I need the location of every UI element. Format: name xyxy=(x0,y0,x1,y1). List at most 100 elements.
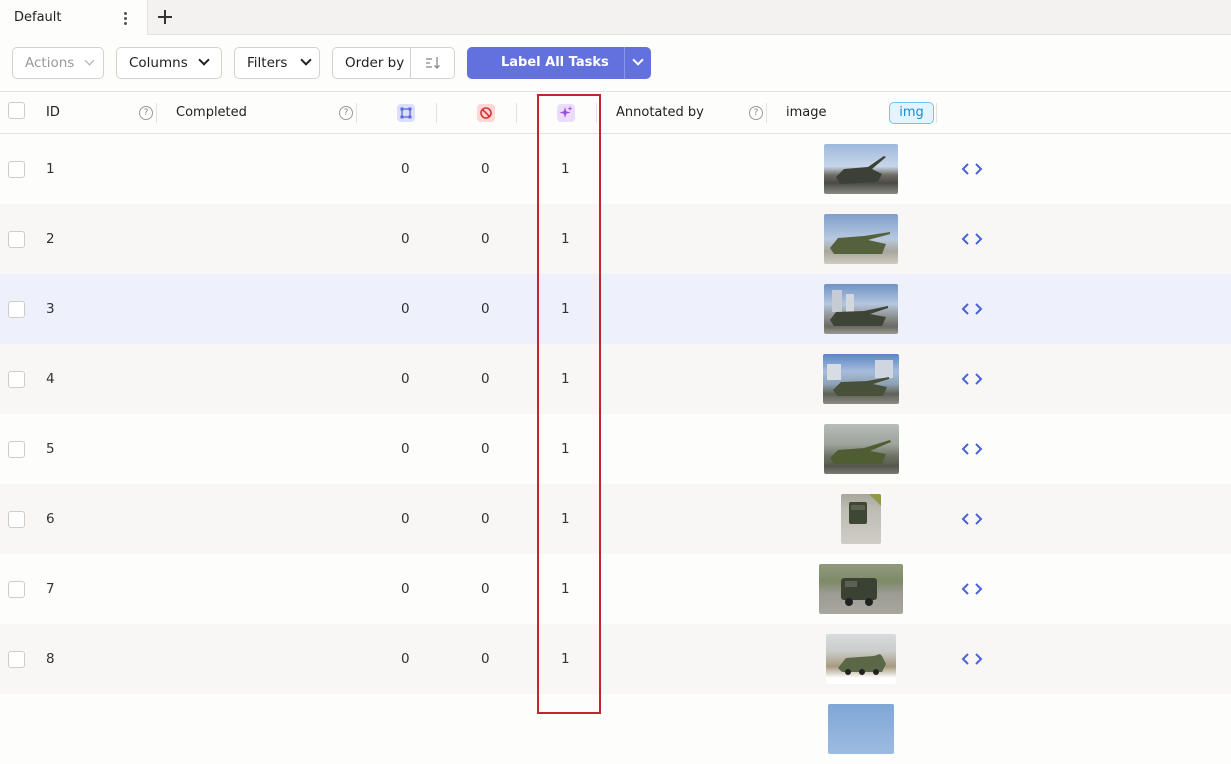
columns-label: Columns xyxy=(129,55,188,71)
filters-label: Filters xyxy=(247,55,288,71)
image-thumbnail[interactable] xyxy=(824,214,898,264)
predictions-icon[interactable] xyxy=(557,104,575,122)
table-row[interactable]: 2 0 0 1 xyxy=(0,204,1231,274)
tab-label: Default xyxy=(14,10,62,25)
row-checkbox[interactable] xyxy=(8,651,25,668)
column-resizer[interactable] xyxy=(596,103,597,123)
image-thumbnail[interactable] xyxy=(819,564,903,614)
table-row[interactable]: 6 0 0 1 xyxy=(0,484,1231,554)
cancelled-icon[interactable] xyxy=(477,104,495,122)
order-by-button[interactable]: Order by xyxy=(332,47,455,79)
code-icon[interactable] xyxy=(961,232,983,246)
column-resizer[interactable] xyxy=(356,103,357,123)
table-row[interactable]: 8 0 0 1 xyxy=(0,624,1231,694)
button-divider xyxy=(624,47,625,79)
column-resizer[interactable] xyxy=(766,103,767,123)
column-header-annotated-by[interactable]: Annotated by xyxy=(616,92,746,134)
cell-id: 7 xyxy=(46,581,55,597)
cell-annotations: 0 xyxy=(401,651,410,667)
row-checkbox[interactable] xyxy=(8,371,25,388)
table-row[interactable]: 3 0 0 1 xyxy=(0,274,1231,344)
cell-id: 3 xyxy=(46,301,55,317)
row-checkbox[interactable] xyxy=(8,441,25,458)
cell-id: 2 xyxy=(46,231,55,247)
actions-button[interactable]: Actions xyxy=(12,47,104,79)
column-label: Annotated by xyxy=(616,105,704,120)
code-icon[interactable] xyxy=(961,512,983,526)
column-resizer[interactable] xyxy=(516,103,517,123)
cell-annotations: 0 xyxy=(401,511,410,527)
cell-predictions: 1 xyxy=(561,511,570,527)
image-thumbnail[interactable] xyxy=(824,144,898,194)
cell-annotations: 0 xyxy=(401,581,410,597)
cell-predictions: 1 xyxy=(561,371,570,387)
column-label: Completed xyxy=(176,105,247,120)
code-icon[interactable] xyxy=(961,582,983,596)
more-vertical-icon[interactable] xyxy=(119,9,133,27)
code-icon[interactable] xyxy=(961,652,983,666)
sort-direction-toggle[interactable] xyxy=(410,48,454,78)
table-row[interactable] xyxy=(0,694,1231,764)
help-icon[interactable]: ? xyxy=(749,106,763,120)
filters-button[interactable]: Filters xyxy=(234,47,320,79)
actions-label: Actions xyxy=(25,55,75,71)
label-all-tasks-button[interactable]: Label All Tasks xyxy=(467,47,651,79)
help-icon[interactable]: ? xyxy=(339,106,353,120)
cell-id: 4 xyxy=(46,371,55,387)
image-thumbnail[interactable] xyxy=(841,494,881,544)
cell-cancelled: 0 xyxy=(481,511,490,527)
image-thumbnail[interactable] xyxy=(828,704,894,754)
chevron-down-icon xyxy=(300,54,312,66)
row-checkbox[interactable] xyxy=(8,581,25,598)
code-icon[interactable] xyxy=(961,162,983,176)
tab-default[interactable]: Default xyxy=(0,0,148,35)
chevron-down-icon[interactable] xyxy=(632,54,644,66)
row-checkbox[interactable] xyxy=(8,161,25,178)
chevron-down-icon xyxy=(84,55,95,66)
code-icon[interactable] xyxy=(961,372,983,386)
code-icon[interactable] xyxy=(961,442,983,456)
cell-predictions: 1 xyxy=(561,651,570,667)
label-all-tasks-label: Label All Tasks xyxy=(501,55,609,70)
row-checkbox[interactable] xyxy=(8,301,25,318)
cell-cancelled: 0 xyxy=(481,441,490,457)
image-thumbnail[interactable] xyxy=(824,284,898,334)
order-by-label: Order by xyxy=(345,55,405,71)
column-resizer[interactable] xyxy=(156,103,157,123)
row-checkbox[interactable] xyxy=(8,511,25,528)
column-resizer[interactable] xyxy=(436,103,437,123)
column-resizer[interactable] xyxy=(936,103,937,123)
column-label: image xyxy=(786,105,827,120)
cell-annotations: 0 xyxy=(401,161,410,177)
chevron-down-icon xyxy=(198,54,210,66)
column-header-image[interactable]: image xyxy=(786,92,886,134)
cell-cancelled: 0 xyxy=(481,581,490,597)
table-row[interactable]: 1 0 0 1 xyxy=(0,134,1231,204)
table-row[interactable]: 5 0 0 1 xyxy=(0,414,1231,484)
table-row[interactable]: 7 0 0 1 xyxy=(0,554,1231,624)
image-type-badge: img xyxy=(889,102,934,124)
cell-annotations: 0 xyxy=(401,371,410,387)
cell-id: 6 xyxy=(46,511,55,527)
column-header-completed[interactable]: Completed xyxy=(176,92,336,134)
table-row[interactable]: 4 0 0 1 xyxy=(0,344,1231,414)
cell-predictions: 1 xyxy=(561,301,570,317)
help-icon[interactable]: ? xyxy=(139,106,153,120)
cell-predictions: 1 xyxy=(561,441,570,457)
image-thumbnail[interactable] xyxy=(823,354,899,404)
cell-predictions: 1 xyxy=(561,581,570,597)
row-checkbox[interactable] xyxy=(8,231,25,248)
annotations-icon[interactable] xyxy=(397,104,415,122)
cell-id: 5 xyxy=(46,441,55,457)
select-all-checkbox[interactable] xyxy=(8,102,25,119)
cell-predictions: 1 xyxy=(561,161,570,177)
image-thumbnail[interactable] xyxy=(824,424,899,474)
image-thumbnail[interactable] xyxy=(826,634,896,684)
add-tab-icon[interactable] xyxy=(155,7,175,27)
code-icon[interactable] xyxy=(961,302,983,316)
columns-button[interactable]: Columns xyxy=(116,47,222,79)
cell-cancelled: 0 xyxy=(481,651,490,667)
cell-annotations: 0 xyxy=(401,441,410,457)
cell-cancelled: 0 xyxy=(481,161,490,177)
table-header: ID ? Completed ? Annotated by ? image im… xyxy=(0,91,1231,134)
